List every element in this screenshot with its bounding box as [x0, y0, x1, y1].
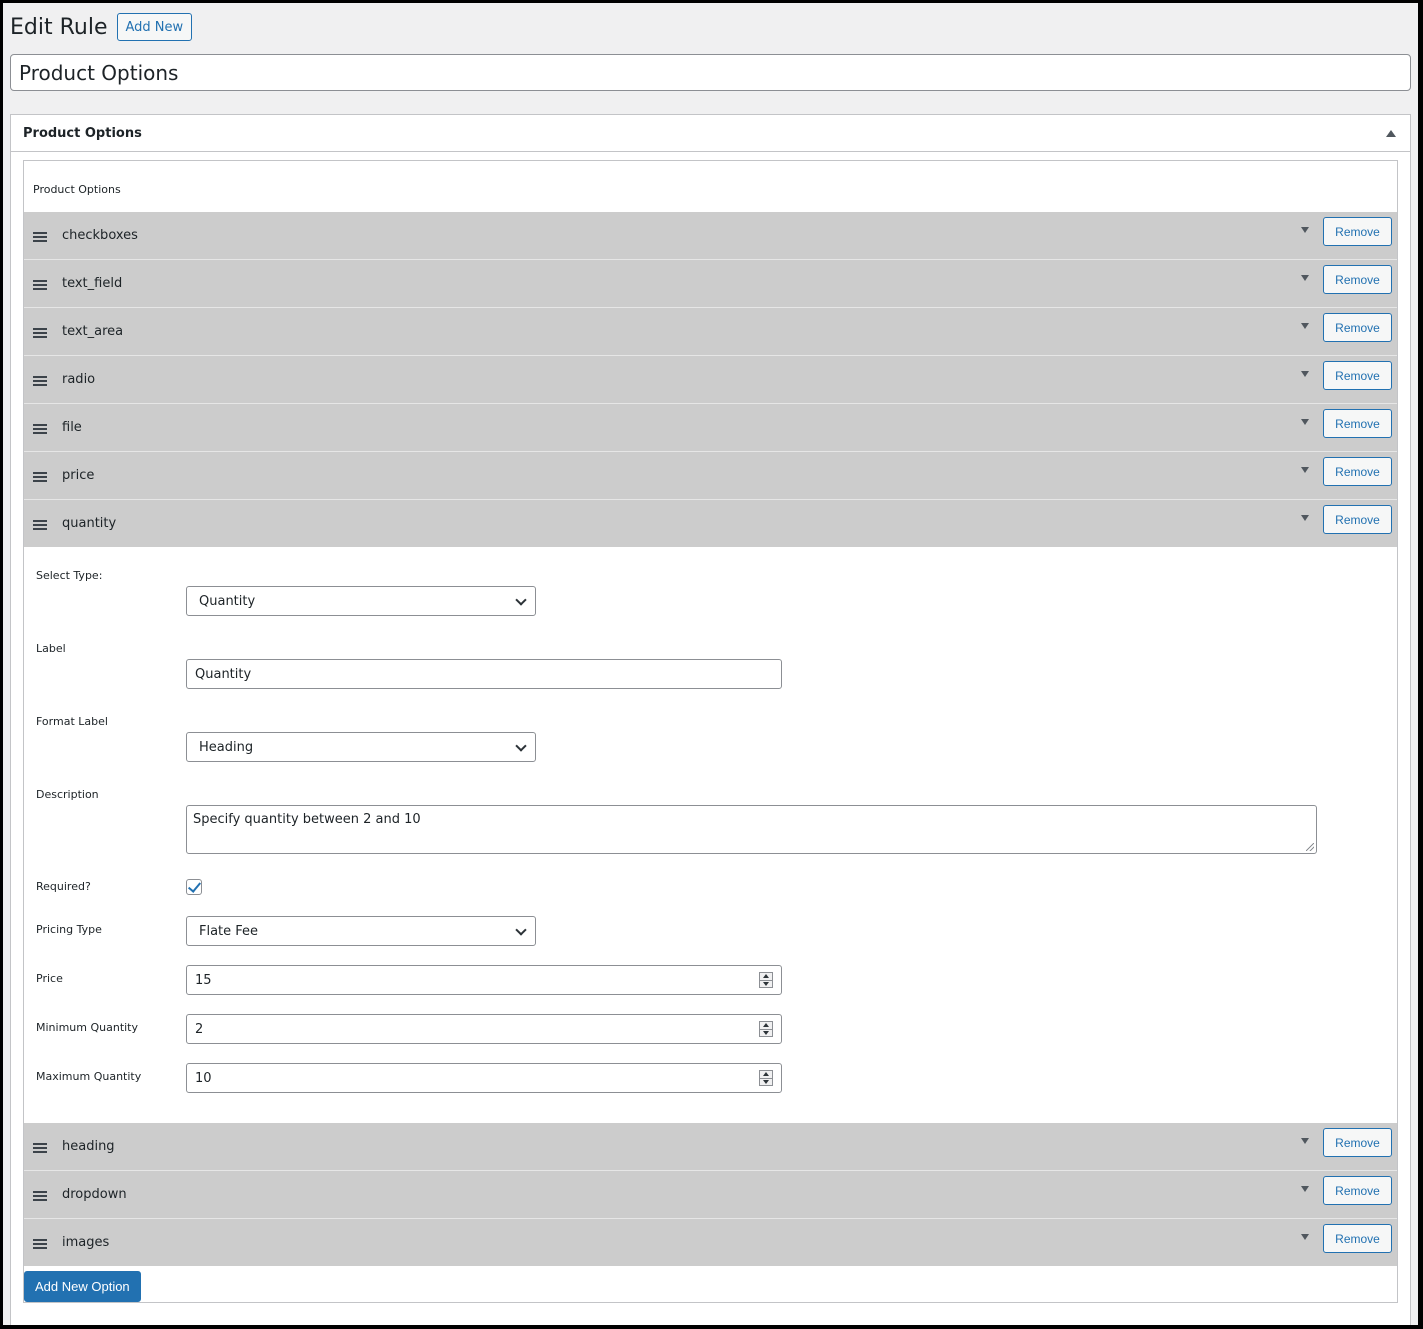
min-quantity-value: 2 — [195, 1021, 204, 1037]
remove-button[interactable]: Remove — [1323, 505, 1392, 534]
remove-button[interactable]: Remove — [1323, 1176, 1392, 1205]
expand-arrow-icon[interactable] — [1301, 515, 1309, 521]
metabox-header[interactable]: Product Options — [11, 115, 1410, 152]
option-row[interactable]: dropdown Remove — [24, 1170, 1397, 1218]
option-row[interactable]: heading Remove — [24, 1123, 1397, 1170]
chevron-down-icon — [515, 740, 527, 752]
chevron-down-icon — [515, 924, 527, 936]
collapse-arrow-icon[interactable] — [1386, 130, 1396, 137]
metabox-title: Product Options — [23, 125, 142, 141]
option-name: price — [62, 468, 95, 483]
option-name: radio — [62, 372, 96, 387]
remove-button[interactable]: Remove — [1323, 1224, 1392, 1253]
min-quantity-label: Minimum Quantity — [36, 1021, 139, 1034]
format-label-dropdown[interactable]: Heading — [186, 732, 536, 762]
option-name: quantity — [62, 516, 117, 531]
max-quantity-value: 10 — [195, 1070, 212, 1086]
quantity-option-detail: Select Type: Quantity Label Quantity For… — [24, 547, 1397, 1123]
description-textarea[interactable]: Specify quantity between 2 and 10 — [186, 805, 1317, 854]
option-name: text_field — [62, 276, 123, 291]
price-input[interactable]: 15 — [186, 965, 782, 995]
option-row[interactable]: text_field Remove — [24, 259, 1397, 307]
required-checkbox[interactable] — [186, 879, 202, 895]
drag-handle-icon[interactable] — [33, 1143, 47, 1153]
pricing-type-dropdown[interactable]: Flate Fee — [186, 916, 536, 946]
label-field-label: Label — [36, 642, 66, 655]
description-label: Description — [36, 788, 99, 801]
remove-button[interactable]: Remove — [1323, 457, 1392, 486]
resize-handle-icon[interactable] — [1306, 843, 1314, 851]
select-type-dropdown[interactable]: Quantity — [186, 586, 536, 616]
option-row[interactable]: checkboxes Remove — [24, 212, 1397, 259]
options-container: Product Options checkboxes Remove text_fie… — [23, 160, 1398, 1303]
option-name: dropdown — [62, 1187, 127, 1202]
number-spinner-icon[interactable] — [759, 1021, 773, 1037]
drag-handle-icon[interactable] — [33, 472, 47, 482]
option-row[interactable]: quantity Remove — [24, 499, 1397, 547]
remove-button[interactable]: Remove — [1323, 265, 1392, 294]
option-name: heading — [62, 1139, 115, 1154]
product-options-metabox: Product Options Product Options checkbox… — [10, 114, 1411, 1325]
format-label-value: Heading — [199, 739, 254, 755]
max-quantity-label: Maximum Quantity — [36, 1070, 142, 1083]
options-section-label: Product Options — [33, 183, 121, 196]
remove-button[interactable]: Remove — [1323, 1128, 1392, 1157]
drag-handle-icon[interactable] — [33, 1191, 47, 1201]
drag-handle-icon[interactable] — [33, 232, 47, 242]
expand-arrow-icon[interactable] — [1301, 419, 1309, 425]
expand-arrow-icon[interactable] — [1301, 1234, 1309, 1240]
expand-arrow-icon[interactable] — [1301, 371, 1309, 377]
option-name: images — [62, 1235, 110, 1250]
required-label: Required? — [36, 880, 91, 893]
label-input[interactable]: Quantity — [186, 659, 782, 689]
option-row[interactable]: text_area Remove — [24, 307, 1397, 355]
select-type-label: Select Type: — [36, 569, 103, 582]
add-new-button[interactable]: Add New — [116, 13, 193, 41]
drag-handle-icon[interactable] — [33, 376, 47, 386]
expand-arrow-icon[interactable] — [1301, 1186, 1309, 1192]
drag-handle-icon[interactable] — [33, 280, 47, 290]
option-row[interactable]: file Remove — [24, 403, 1397, 451]
option-name: checkboxes — [62, 228, 138, 243]
select-type-value: Quantity — [199, 593, 256, 609]
drag-handle-icon[interactable] — [33, 328, 47, 338]
drag-handle-icon[interactable] — [33, 424, 47, 434]
option-name: text_area — [62, 324, 124, 339]
max-quantity-input[interactable]: 10 — [186, 1063, 782, 1093]
expand-arrow-icon[interactable] — [1301, 467, 1309, 473]
page-title: Edit Rule — [10, 14, 108, 40]
pricing-type-label: Pricing Type — [36, 923, 102, 936]
expand-arrow-icon[interactable] — [1301, 227, 1309, 233]
expand-arrow-icon[interactable] — [1301, 1138, 1309, 1144]
remove-button[interactable]: Remove — [1323, 409, 1392, 438]
number-spinner-icon[interactable] — [759, 972, 773, 988]
page-header: Edit Rule Add New — [10, 11, 193, 43]
remove-button[interactable]: Remove — [1323, 217, 1392, 246]
description-value: Specify quantity between 2 and 10 — [193, 812, 421, 827]
expand-arrow-icon[interactable] — [1301, 275, 1309, 281]
chevron-down-icon — [515, 594, 527, 606]
post-title-input[interactable]: Product Options — [10, 54, 1411, 91]
options-list: checkboxes Remove text_field Remove text_are… — [24, 212, 1397, 1266]
option-row[interactable]: radio Remove — [24, 355, 1397, 403]
drag-handle-icon[interactable] — [33, 520, 47, 530]
expand-arrow-icon[interactable] — [1301, 323, 1309, 329]
remove-button[interactable]: Remove — [1323, 313, 1392, 342]
drag-handle-icon[interactable] — [33, 1239, 47, 1249]
remove-button[interactable]: Remove — [1323, 361, 1392, 390]
option-name: file — [62, 420, 82, 435]
option-row[interactable]: price Remove — [24, 451, 1397, 499]
format-label-label: Format Label — [36, 715, 108, 728]
min-quantity-input[interactable]: 2 — [186, 1014, 782, 1044]
admin-page: Edit Rule Add New Product Options Produc… — [3, 3, 1418, 1325]
option-row[interactable]: images Remove — [24, 1218, 1397, 1266]
number-spinner-icon[interactable] — [759, 1070, 773, 1086]
pricing-type-value: Flate Fee — [199, 923, 259, 939]
price-label: Price — [36, 972, 63, 985]
add-new-option-button[interactable]: Add New Option — [24, 1271, 141, 1302]
price-value: 15 — [195, 972, 212, 988]
